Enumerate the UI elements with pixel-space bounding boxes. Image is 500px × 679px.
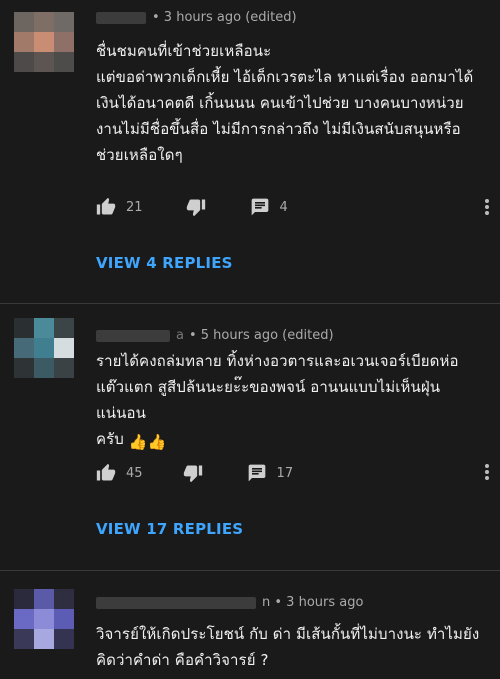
avatar-pixel [34, 629, 54, 649]
avatar-pixel [54, 609, 74, 629]
avatar-pixel [54, 32, 74, 52]
avatar[interactable] [14, 318, 74, 378]
comment-line: งานไม่มีชื่อขึ้นสื่อ ไม่มีการกล่าวถึง ไม… [96, 120, 461, 138]
more-vertical-icon[interactable] [484, 197, 490, 217]
like-button[interactable]: 45 [96, 463, 143, 483]
comment-icon [251, 198, 268, 216]
dislike-button[interactable] [186, 197, 206, 217]
avatar-pixel [54, 358, 74, 378]
thumbs-up-icon [96, 463, 116, 481]
more-vertical-icon[interactable] [484, 462, 490, 482]
thumbs-up-icon [96, 197, 116, 215]
author-name-blurred[interactable] [96, 596, 256, 609]
comment-2: a • 5 hours ago (edited) รายได้คงถล่มทลาย… [0, 304, 500, 569]
like-count: 45 [126, 465, 143, 481]
reply-button[interactable]: 4 [250, 197, 288, 217]
comment-line: ช่วยเหลือใดๆ [96, 146, 183, 164]
comment-line-text: ครับ [96, 430, 124, 448]
avatar-pixel [14, 12, 34, 32]
comment-line: รายได้คงถล่มทลาย ทิ้งห่างอวตารและอเวนเจอ… [96, 352, 459, 370]
view-replies-link[interactable]: VIEW 17 REPLIES [96, 520, 243, 538]
avatar[interactable] [14, 589, 74, 649]
avatar-pixel [34, 318, 54, 338]
comment-meta: a • 5 hours ago (edited) [96, 328, 334, 343]
comment-line: วิจารย์ให้เกิดประโยชน์ กับ ด่า มีเส้นกั้… [96, 625, 480, 643]
comment-actions: 21 4 [96, 195, 288, 219]
avatar-pixel [54, 629, 74, 649]
comment-actions: 45 17 [96, 461, 293, 485]
view-replies-link[interactable]: VIEW 4 REPLIES [96, 254, 233, 272]
comment-text: รายได้คงถล่มทลาย ทิ้งห่างอวตารและอเวนเจอ… [96, 348, 486, 455]
avatar-pixel [34, 338, 54, 358]
thumbs-down-icon [183, 465, 202, 483]
comment-line: ชื่นชมคนที่เข้าช่วยเหลือนะ [96, 42, 272, 60]
avatar-pixel [14, 589, 34, 609]
avatar-pixel [34, 589, 54, 609]
avatar-pixel [34, 358, 54, 378]
comment-text: ชื่นชมคนที่เข้าช่วยเหลือนะ แต่ขอด่าพวกเด… [96, 38, 486, 168]
avatar-pixel [14, 338, 34, 358]
reply-count: 17 [276, 465, 294, 481]
timestamp: • 3 hours ago (edited) [152, 10, 297, 25]
comment-line: แต่ขอด่าพวกเด็กเหี้ย ไอ้เด็กเวรตะไล หาแต… [96, 68, 474, 86]
reply-button[interactable]: 17 [247, 463, 294, 483]
comment-meta: n • 3 hours ago [96, 595, 363, 610]
comment-3: n • 3 hours ago วิจารย์ให้เกิดประโยชน์ ก… [0, 571, 500, 679]
thumbs-down-icon [186, 199, 205, 217]
avatar-pixel [34, 12, 54, 32]
avatar-pixel [14, 358, 34, 378]
author-name-blurred[interactable] [96, 329, 170, 342]
like-button[interactable]: 21 [96, 197, 143, 217]
comment-1: • 3 hours ago (edited) ชื่นชมคนที่เข้าช่… [0, 0, 500, 300]
comment-icon [248, 464, 265, 482]
avatar-pixel [54, 338, 74, 358]
avatar-pixel [54, 318, 74, 338]
avatar-pixel [14, 629, 34, 649]
avatar-pixel [14, 609, 34, 629]
avatar-pixel [34, 609, 54, 629]
comment-meta: • 3 hours ago (edited) [96, 10, 297, 25]
avatar-pixel [34, 32, 54, 52]
dislike-button[interactable] [183, 463, 203, 483]
timestamp: n • 3 hours ago [262, 595, 364, 610]
avatar-pixel [14, 32, 34, 52]
reply-count: 4 [279, 199, 288, 215]
comment-line: คิดว่าคำด่า คือคำวิจารย์ ? [96, 651, 269, 669]
avatar[interactable] [14, 12, 74, 72]
avatar-pixel [54, 12, 74, 32]
timestamp: • 5 hours ago (edited) [188, 328, 334, 343]
author-name-blurred[interactable] [96, 11, 146, 24]
avatar-pixel [14, 318, 34, 338]
avatar-pixel [54, 589, 74, 609]
comment-line: ครับ 👍👍 [96, 426, 486, 455]
avatar-pixel [14, 52, 34, 72]
avatar-pixel [34, 52, 54, 72]
thumbs-up-emoji: 👍👍 [128, 433, 167, 451]
avatar-pixel [54, 52, 74, 72]
timestamp-prefix: a [176, 328, 184, 343]
comment-line: เงินได้อนาคตดี เกิ้นนนน คนเข้าไปช่วย บาง… [96, 94, 464, 112]
like-count: 21 [126, 199, 143, 215]
comment-line: แต๊วแตก สูสีปล้นนะยะ๊ะของพจน์ อานนแบบไม่… [96, 378, 441, 422]
comment-text: วิจารย์ให้เกิดประโยชน์ กับ ด่า มีเส้นกั้… [96, 621, 486, 673]
